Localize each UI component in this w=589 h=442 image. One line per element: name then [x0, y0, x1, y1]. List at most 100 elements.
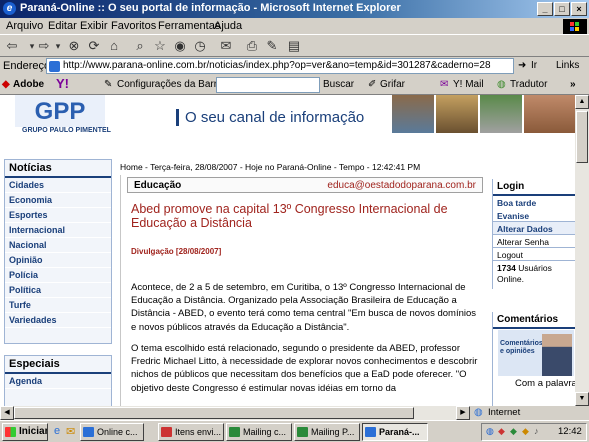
chevron-right-icon[interactable]: » [570, 79, 576, 90]
vertical-scrollbar[interactable]: ▲ ▼ [575, 95, 589, 406]
nav-item-cidades[interactable]: Cidades [5, 178, 111, 193]
banner-photo [480, 95, 522, 133]
config-button[interactable]: Configurações da Barra [117, 79, 223, 90]
mail-icon: ✉ [440, 79, 449, 90]
nav-item-turfe[interactable]: Turfe [5, 298, 111, 313]
task-parana-online[interactable]: Paraná-... [362, 423, 428, 441]
title-bar[interactable]: e Paraná-Online :: O seu portal de infor… [0, 0, 589, 18]
breadcrumb[interactable]: Home - Terça-feira, 28/08/2007 - Hoje no… [120, 162, 420, 172]
tray-icon[interactable]: ◆ [522, 426, 529, 437]
menu-ajuda[interactable]: Ajuda [214, 20, 242, 32]
highlight-icon: ✐ [368, 79, 377, 90]
media-icon[interactable]: ◉ [172, 38, 188, 54]
clock[interactable]: 12:42 [558, 426, 582, 437]
history-icon[interactable]: ◷ [192, 38, 208, 54]
menu-exibir[interactable]: Exibir [80, 20, 108, 32]
comments-header: Comentários [493, 312, 575, 329]
task-mailing-2[interactable]: Mailing P... [294, 423, 360, 441]
online-count: 1734 [497, 263, 516, 273]
forward-dropdown-icon[interactable]: ▾ [50, 38, 66, 54]
comments-promo-banner[interactable]: Comentários e opiniões [498, 330, 574, 376]
search-icon[interactable]: ⌕ [132, 38, 148, 54]
nav-item-agenda[interactable]: Agenda [5, 374, 111, 389]
maximize-button[interactable]: □ [554, 2, 570, 16]
buscar-button[interactable]: Buscar [323, 79, 354, 90]
yahoo-button[interactable]: Y! [56, 76, 69, 91]
tradutor-button[interactable]: Tradutor [510, 79, 547, 90]
vertical-scroll-thumb[interactable] [576, 111, 588, 163]
menu-favoritos[interactable]: Favoritos [111, 20, 156, 32]
nav-item-economia[interactable]: Economia [5, 193, 111, 208]
address-input[interactable]: http://www.parana-online.com.br/noticias… [46, 58, 514, 74]
task-online[interactable]: Online c... [80, 423, 144, 441]
edit-icon[interactable]: ✎ [264, 38, 280, 54]
standard-toolbar: ⇦ ▾ ⇨ ▾ ⊗ ⟳ ⌂ ⌕ ☆ ◉ ◷ ✉ ⎙ ✎ ▤ [0, 35, 589, 57]
ie-icon: e [3, 2, 16, 15]
tray-icon[interactable]: ◆ [510, 426, 517, 437]
discuss-icon[interactable]: ▤ [286, 38, 302, 54]
search-input[interactable] [216, 77, 320, 93]
group-name: GRUPO PAULO PIMENTEL [22, 127, 111, 134]
article-paragraph: Acontece, de 2 a 5 de setembro, em Curit… [131, 282, 477, 333]
volume-icon[interactable]: ♪ [534, 426, 539, 436]
article-headline: Abed promove na capital 13º Congresso In… [131, 202, 448, 230]
menu-ferramentas[interactable]: Ferramentas [158, 20, 220, 32]
logout-link[interactable]: Logout [493, 248, 575, 261]
mail-icon[interactable]: ✉ [218, 38, 234, 54]
menu-arquivo[interactable]: Arquivo [6, 20, 43, 32]
tray-icon[interactable]: ◍ [486, 426, 494, 437]
quicklaunch-outlook-icon[interactable]: ✉ [66, 425, 75, 438]
favorites-icon[interactable]: ☆ [152, 38, 168, 54]
task-label: Paraná-... [379, 427, 420, 437]
back-icon[interactable]: ⇦ [4, 38, 20, 54]
start-button[interactable]: Iniciar [2, 423, 48, 441]
menu-editar[interactable]: Editar [48, 20, 77, 32]
nav-item-policia[interactable]: Polícia [5, 268, 111, 283]
horizontal-scroll-thumb[interactable] [14, 407, 414, 419]
banner-photo [524, 95, 575, 133]
alterar-senha-link[interactable]: Alterar Senha [493, 235, 575, 248]
refresh-icon[interactable]: ⟳ [86, 38, 102, 54]
nav-item-politica[interactable]: Política [5, 283, 111, 298]
task-itens-enviados[interactable]: Itens envi... [158, 423, 224, 441]
system-tray: ◍ ◆ ◆ ◆ ♪ 12:42 [481, 423, 587, 441]
quicklaunch-ie-icon[interactable]: e [54, 425, 60, 437]
print-icon[interactable]: ⎙ [244, 38, 260, 54]
home-icon[interactable]: ⌂ [106, 38, 122, 54]
task-label: Mailing c... [243, 427, 287, 437]
site-banner: GPP GRUPO PAULO PIMENTEL O seu canal de … [0, 95, 575, 144]
web-page: GPP GRUPO PAULO PIMENTEL O seu canal de … [0, 95, 575, 406]
minimize-button[interactable]: _ [537, 2, 553, 16]
scroll-right-arrow-icon[interactable]: ▶ [456, 406, 470, 420]
ie-icon [365, 427, 376, 437]
nav-item-variedades[interactable]: Variedades [5, 313, 111, 328]
section-header: Educação educa@oestadodoparana.com.br [127, 177, 483, 193]
section-name: Educação [134, 180, 182, 191]
go-button[interactable]: Ir [531, 60, 537, 71]
greeting: Boa tarde [497, 198, 537, 208]
nav-item-nacional[interactable]: Nacional [5, 238, 111, 253]
nav-item-internacional[interactable]: Internacional [5, 223, 111, 238]
scroll-up-arrow-icon[interactable]: ▲ [575, 95, 589, 109]
com-a-palavra-link[interactable]: Com a palavra [515, 378, 575, 389]
horizontal-scrollbar[interactable]: ◀ ▶ [0, 406, 470, 420]
news-nav: Notícias Cidades Economia Esportes Inter… [4, 159, 112, 344]
online-users: 1734 Usuários Online. [493, 261, 575, 287]
links-label[interactable]: Links [556, 60, 579, 71]
alterar-dados-link[interactable]: Alterar Dados [493, 222, 575, 235]
grifar-button[interactable]: Grifar [380, 79, 405, 90]
tray-icon[interactable]: ◆ [498, 426, 505, 437]
close-button[interactable]: × [571, 2, 587, 16]
scroll-down-arrow-icon[interactable]: ▼ [575, 392, 589, 406]
plugin-toolbar: ◆ Adobe Y! ✎ Configurações da Barra Busc… [0, 75, 589, 95]
adobe-button[interactable]: Adobe [13, 79, 44, 90]
nav-item-esportes[interactable]: Esportes [5, 208, 111, 223]
scroll-left-arrow-icon[interactable]: ◀ [0, 406, 14, 420]
stop-icon[interactable]: ⊗ [66, 38, 82, 54]
go-arrow-icon[interactable]: ➜ [518, 60, 526, 71]
nav-item-opiniao[interactable]: Opinião [5, 253, 111, 268]
yahoo-mail-button[interactable]: Y! Mail [453, 79, 484, 90]
task-mailing-1[interactable]: Mailing c... [226, 423, 292, 441]
section-email-link[interactable]: educa@oestadodoparana.com.br [327, 180, 476, 191]
translator-icon: ◍ [497, 79, 506, 90]
